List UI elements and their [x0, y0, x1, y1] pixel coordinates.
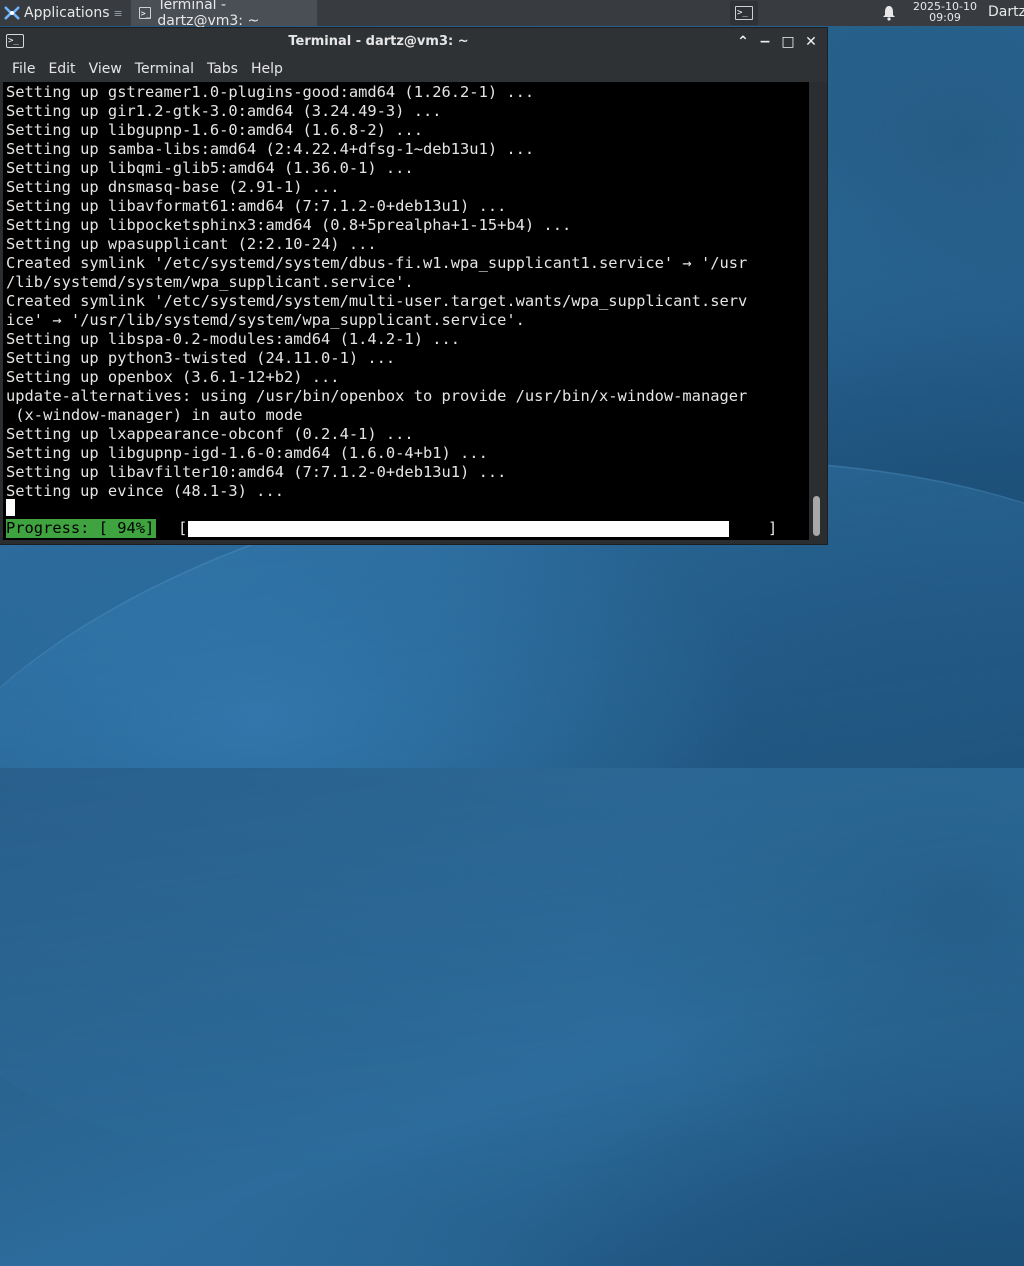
terminal-line: Setting up libgupnp-1.6-0:amd64 (1.6.8-2…: [6, 121, 423, 139]
clock-time: 09:09: [929, 11, 961, 24]
terminal-line: (x-window-manager) in auto mode: [6, 406, 303, 424]
applications-menu-button[interactable]: Applications ≡: [0, 0, 127, 26]
terminal-line: Setting up libavfilter10:amd64 (7:7.1.2-…: [6, 463, 507, 481]
terminal-line: Setting up gstreamer1.0-plugins-good:amd…: [6, 83, 535, 101]
terminal-line: Setting up libpocketsphinx3:amd64 (0.8+5…: [6, 216, 572, 234]
terminal-line: Setting up openbox (3.6.1-12+b2) ...: [6, 368, 340, 386]
panel-clock[interactable]: 2025-10-10 09:09: [906, 1, 984, 23]
terminal-scrollbar[interactable]: [809, 82, 824, 540]
menu-dots-icon: ≡: [113, 6, 123, 20]
menu-help[interactable]: Help: [245, 61, 290, 77]
top-panel: Applications ≡ >_ Terminal - dartz@vm3: …: [0, 0, 1024, 29]
terminal-line: Setting up libqmi-glib5:amd64 (1.36.0-1)…: [6, 159, 414, 177]
menu-edit[interactable]: Edit: [42, 61, 82, 77]
terminal-cursor: [6, 499, 15, 516]
terminal-icon: >_: [138, 7, 152, 19]
menu-terminal[interactable]: Terminal: [129, 61, 201, 77]
progress-bar-fill: [188, 521, 729, 537]
minimize-button[interactable]: −: [757, 34, 773, 50]
shade-button[interactable]: ⌃: [735, 34, 751, 50]
applications-label: Applications: [24, 5, 110, 21]
terminal-launcher-button[interactable]: >_: [730, 1, 758, 25]
progress-label: Progress: [ 94%]: [6, 519, 157, 538]
terminal-line: Setting up evince (48.1-3) ...: [6, 482, 284, 500]
terminal-line: Setting up gir1.2-gtk-3.0:amd64 (3.24.49…: [6, 102, 442, 120]
notification-bell-icon[interactable]: [882, 5, 896, 21]
terminal-line: Setting up samba-libs:amd64 (2:4.22.4+df…: [6, 140, 535, 158]
terminal-line: Setting up dnsmasq-base (2.91-1) ...: [6, 178, 340, 196]
terminal-launcher-icon: >_: [735, 6, 753, 20]
terminal-line: /lib/systemd/system/wpa_supplicant.servi…: [6, 273, 414, 291]
scrollbar-thumb[interactable]: [813, 496, 820, 536]
terminal-line: Setting up libgupnp-igd-1.6-0:amd64 (1.6…: [6, 444, 488, 462]
user-menu[interactable]: Dartz: [988, 4, 1024, 20]
menu-tabs[interactable]: Tabs: [201, 61, 245, 77]
xfce-logo-icon: [4, 6, 20, 20]
taskbar-terminal-button[interactable]: >_ Terminal - dartz@vm3: ~: [130, 0, 317, 29]
menu-bar: File Edit View Terminal Tabs Help: [0, 56, 827, 82]
progress-row: Progress: [ 94%] [ ]: [6, 519, 806, 538]
terminal-line: Created symlink '/etc/systemd/system/dbu…: [6, 254, 748, 272]
progress-bar: [188, 521, 763, 537]
terminal-line: update-alternatives: using /usr/bin/open…: [6, 387, 748, 405]
window-titlebar[interactable]: >_ Terminal - dartz@vm3: ~ ⌃ − □ ✕: [0, 28, 827, 56]
taskbar-terminal-label: Terminal - dartz@vm3: ~: [157, 0, 260, 29]
menu-view[interactable]: View: [83, 61, 129, 77]
terminal-line: Created symlink '/etc/systemd/system/mul…: [6, 292, 748, 310]
terminal-window: >_ Terminal - dartz@vm3: ~ ⌃ − □ ✕ File …: [0, 28, 827, 544]
terminal-line: Setting up lxappearance-obconf (0.2.4-1)…: [6, 425, 414, 443]
terminal-output[interactable]: Setting up evince (48.1-3) ... Setting up…: [3, 82, 809, 540]
terminal-line: ice' → '/usr/lib/systemd/system/wpa_supp…: [6, 311, 525, 329]
maximize-button[interactable]: □: [780, 34, 796, 50]
terminal-line: Setting up libavformat61:amd64 (7:7.1.2-…: [6, 197, 507, 215]
window-title: Terminal - dartz@vm3: ~: [288, 34, 469, 49]
progress-bracket-open: [: [178, 519, 188, 537]
menu-file[interactable]: File: [0, 61, 42, 77]
terminal-line: Setting up libspa-0.2-modules:amd64 (1.4…: [6, 330, 461, 348]
terminal-line: Setting up python3-twisted (24.11.0-1) .…: [6, 349, 396, 367]
progress-bracket-close: ]: [768, 519, 778, 537]
close-button[interactable]: ✕: [803, 34, 819, 50]
terminal-line: Setting up wpasupplicant (2:2.10-24) ...: [6, 235, 377, 253]
